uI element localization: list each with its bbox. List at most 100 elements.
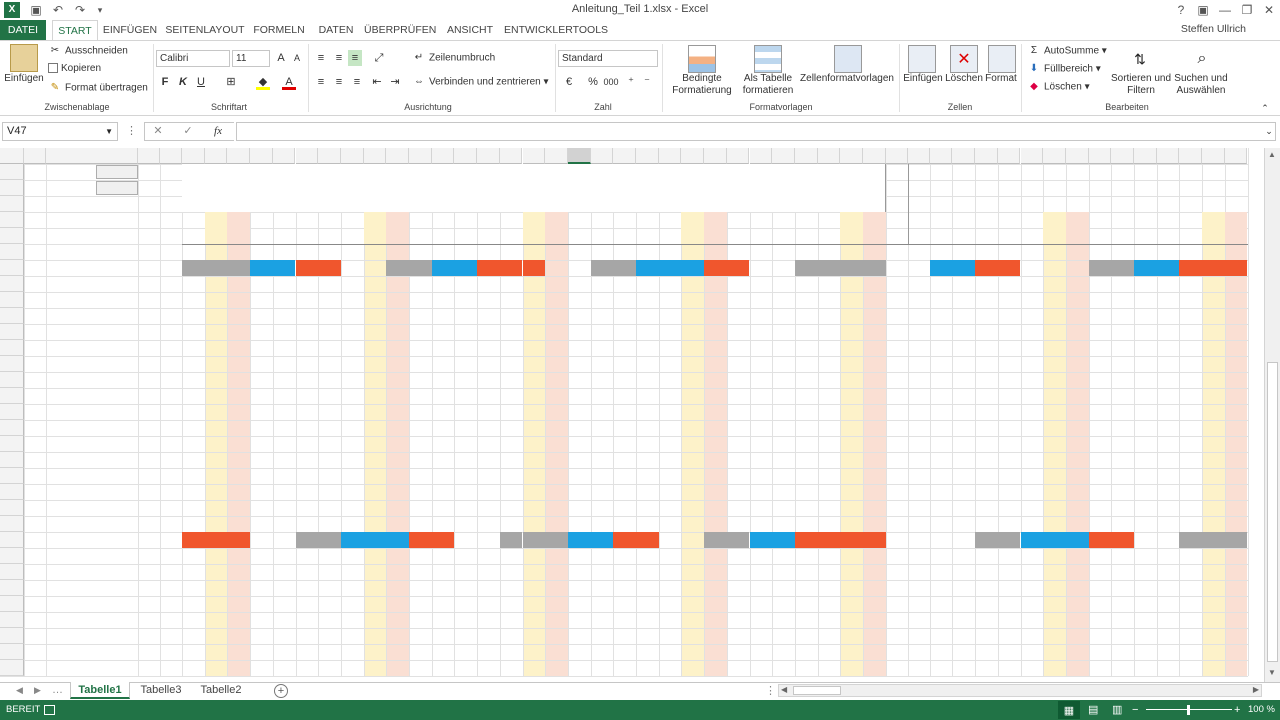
- column-header[interactable]: [1179, 148, 1203, 164]
- weekday-cell[interactable]: [409, 212, 432, 228]
- weekday-cell[interactable]: [1043, 212, 1066, 228]
- copy-button[interactable]: Kopieren: [48, 63, 101, 74]
- horizontal-scrollbar[interactable]: ◀ ▶: [778, 684, 1262, 697]
- day-cell[interactable]: [795, 228, 818, 244]
- shift-cell[interactable]: [726, 260, 750, 276]
- shift-cell[interactable]: [863, 532, 886, 548]
- column-header[interactable]: [477, 148, 500, 164]
- format-painter-button[interactable]: ✎ Format übertragen: [48, 82, 148, 94]
- shift-cell[interactable]: [997, 260, 1021, 276]
- format-cells-icon[interactable]: [988, 45, 1016, 73]
- shift-cell[interactable]: [1134, 532, 1157, 548]
- shift-cell[interactable]: [704, 532, 727, 548]
- underline-button[interactable]: U: [194, 74, 208, 90]
- day-cell[interactable]: [1179, 228, 1202, 244]
- binoculars-icon[interactable]: ⌕: [1188, 45, 1216, 73]
- day-cell[interactable]: [952, 228, 975, 244]
- shift-cell[interactable]: [1179, 532, 1203, 548]
- spinner-up-button[interactable]: [96, 165, 138, 179]
- align-bottom-icon[interactable]: ≡: [348, 50, 362, 66]
- shift-cell[interactable]: [1088, 260, 1112, 276]
- column-header[interactable]: [997, 148, 1021, 164]
- weekday-cell[interactable]: [840, 212, 863, 228]
- weekday-cell[interactable]: [591, 212, 614, 228]
- weekday-cell[interactable]: [296, 212, 319, 228]
- normal-view-icon[interactable]: ▦: [1058, 701, 1080, 719]
- format-as-table-icon[interactable]: [754, 45, 782, 73]
- weekday-cell[interactable]: [681, 212, 705, 228]
- shift-cell[interactable]: [363, 532, 387, 548]
- day-cell[interactable]: [1157, 228, 1180, 244]
- shift-cell[interactable]: [1043, 532, 1066, 548]
- row-header[interactable]: [0, 388, 24, 404]
- weekday-cell[interactable]: [1111, 212, 1134, 228]
- decrease-decimal-icon[interactable]: ⁻: [640, 74, 654, 90]
- weekday-cell[interactable]: [1065, 212, 1089, 228]
- restore-button[interactable]: ❐: [1236, 0, 1258, 20]
- shift-cell[interactable]: [952, 260, 976, 276]
- column-header[interactable]: [975, 148, 998, 164]
- column-header[interactable]: [1020, 148, 1044, 164]
- sheet-more-icon[interactable]: …: [52, 684, 63, 696]
- user-name[interactable]: Steffen Ullrich: [1181, 23, 1246, 35]
- column-header[interactable]: [272, 148, 296, 164]
- shift-cell[interactable]: [454, 532, 477, 548]
- shift-cell[interactable]: [1088, 532, 1112, 548]
- help-button[interactable]: ?: [1170, 0, 1192, 20]
- column-header[interactable]: [567, 148, 591, 164]
- align-middle-icon[interactable]: ≡: [332, 50, 346, 66]
- day-cell[interactable]: [818, 228, 841, 244]
- shift-cell[interactable]: [341, 260, 364, 276]
- shift-cell[interactable]: [817, 260, 841, 276]
- shift-cell[interactable]: [477, 532, 500, 548]
- weekday-cell[interactable]: [363, 212, 387, 228]
- shift-cell[interactable]: [295, 532, 319, 548]
- weekday-cell[interactable]: [704, 212, 727, 228]
- fill-color-icon[interactable]: ◆: [256, 74, 270, 90]
- italic-button[interactable]: K: [176, 74, 190, 90]
- shift-cell[interactable]: [454, 260, 478, 276]
- year-cell[interactable]: [138, 180, 182, 196]
- tab-data[interactable]: DATEN: [312, 20, 360, 40]
- shift-cell[interactable]: [590, 260, 614, 276]
- shift-cell[interactable]: [250, 532, 273, 548]
- weekday-cell[interactable]: [477, 212, 500, 228]
- day-cell[interactable]: [273, 228, 296, 244]
- row-header[interactable]: [0, 260, 24, 276]
- weekday-cell[interactable]: [250, 212, 273, 228]
- row-header[interactable]: [0, 324, 24, 340]
- shift-cell[interactable]: [840, 532, 863, 548]
- row-header[interactable]: [0, 484, 24, 500]
- align-left-icon[interactable]: ≡: [314, 74, 328, 90]
- shift-cell[interactable]: [204, 532, 228, 548]
- day-cell[interactable]: [250, 228, 273, 244]
- weekday-cell[interactable]: [975, 212, 998, 228]
- day-cell[interactable]: [998, 228, 1021, 244]
- column-header[interactable]: [160, 148, 182, 164]
- day-cell[interactable]: [500, 228, 523, 244]
- row-header[interactable]: [0, 452, 24, 468]
- weekday-cell[interactable]: [386, 212, 409, 228]
- shift-cell[interactable]: [567, 532, 591, 548]
- day-cell[interactable]: [636, 228, 659, 244]
- shift-cell[interactable]: [952, 532, 975, 548]
- shift-cell[interactable]: [340, 532, 364, 548]
- formula-input[interactable]: [236, 122, 1276, 141]
- align-right-icon[interactable]: ≡: [350, 74, 364, 90]
- tab-page-layout[interactable]: SEITENLAYOUT: [164, 20, 246, 40]
- month-label-february[interactable]: [1204, 164, 1264, 212]
- row-header[interactable]: [0, 612, 24, 628]
- row-header[interactable]: [0, 292, 24, 308]
- weekday-cell[interactable]: [1179, 212, 1202, 228]
- scroll-left-icon[interactable]: ◀: [781, 685, 787, 694]
- column-header[interactable]: [227, 148, 251, 164]
- tab-view[interactable]: ANSICHT: [440, 20, 500, 40]
- column-header[interactable]: [1224, 148, 1248, 164]
- column-header[interactable]: [1134, 148, 1157, 164]
- row-header[interactable]: [0, 420, 24, 436]
- day-cell[interactable]: [182, 228, 205, 244]
- add-sheet-icon[interactable]: +: [274, 684, 288, 698]
- row-header[interactable]: [0, 276, 24, 292]
- cell-styles-icon[interactable]: [834, 45, 862, 73]
- column-header[interactable]: [340, 148, 364, 164]
